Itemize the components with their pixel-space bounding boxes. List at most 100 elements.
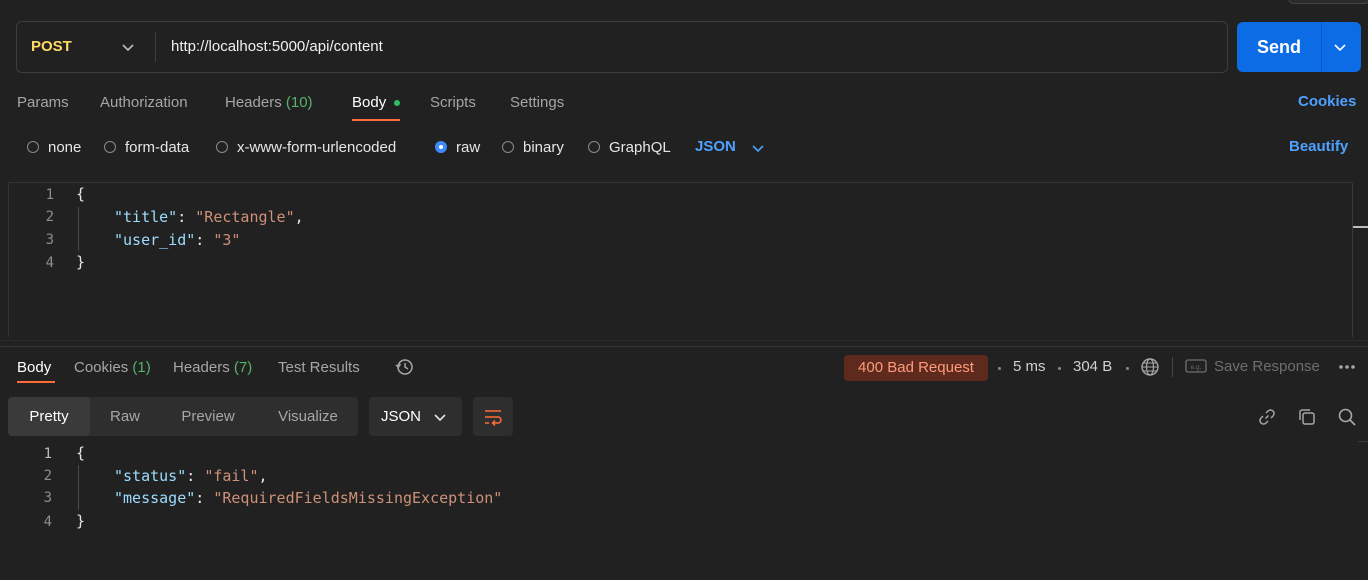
cookies-link[interactable]: Cookies — [1298, 93, 1356, 110]
link-icon[interactable] — [1257, 407, 1277, 427]
url-input[interactable]: http://localhost:5000/api/content — [171, 22, 383, 72]
response-tab-headers-label: Headers — [173, 359, 230, 376]
radio-binary[interactable]: binary — [502, 138, 564, 156]
tab-headers-label: Headers — [225, 94, 282, 111]
tab-body[interactable]: Body — [352, 92, 386, 114]
beautify-button[interactable]: Beautify — [1289, 138, 1348, 155]
radio-icon — [104, 141, 116, 153]
indent-guide — [78, 207, 79, 251]
send-label: Send — [1257, 37, 1302, 57]
code-line[interactable]: "status": "fail", — [114, 467, 268, 485]
send-button[interactable]: Send — [1237, 22, 1361, 72]
pane-divider — [0, 346, 1368, 347]
tab-settings[interactable]: Settings — [510, 92, 564, 114]
tab-authorization[interactable]: Authorization — [100, 92, 188, 114]
radio-raw[interactable]: raw — [435, 138, 480, 156]
active-tab-indicator — [17, 381, 55, 383]
divider — [1172, 357, 1173, 377]
more-icon[interactable] — [1338, 364, 1356, 370]
json-key: "status" — [114, 467, 187, 485]
json-value: "Rectangle" — [195, 208, 295, 226]
json-key: "title" — [114, 208, 178, 226]
radio-graphql[interactable]: GraphQL — [588, 138, 671, 156]
radio-label: GraphQL — [609, 138, 671, 156]
method-select[interactable]: POST — [31, 22, 72, 72]
chevron-down-icon[interactable] — [121, 40, 135, 54]
copy-icon[interactable] — [1297, 407, 1317, 427]
chevron-down-icon[interactable] — [1333, 40, 1347, 54]
scrollbar-thumb[interactable] — [1353, 226, 1368, 228]
line-number: 4 — [45, 255, 54, 271]
format-label: JSON — [381, 408, 422, 425]
code-open-brace[interactable]: { — [76, 185, 85, 203]
separator-dot — [998, 367, 1001, 370]
code-line[interactable]: "user_id": "3" — [114, 231, 240, 249]
line-number: 2 — [45, 209, 54, 225]
chevron-down-icon[interactable] — [751, 141, 765, 155]
search-icon[interactable] — [1337, 407, 1357, 427]
indent-guide — [78, 465, 79, 510]
wrap-lines-button[interactable] — [473, 397, 513, 436]
window-edge — [1288, 0, 1368, 4]
response-view-toggle: Pretty Raw Preview Visualize — [8, 397, 358, 436]
scrollbar — [1358, 441, 1368, 442]
response-format-select[interactable]: JSON — [369, 397, 462, 436]
tab-params[interactable]: Params — [17, 92, 69, 114]
response-tab-body[interactable]: Body — [17, 357, 51, 379]
save-response-icon: e.g. — [1185, 359, 1207, 373]
view-visualize[interactable]: Visualize — [264, 397, 352, 436]
view-pretty[interactable]: Pretty — [8, 397, 90, 436]
line-number: 4 — [43, 514, 52, 530]
view-raw[interactable]: Raw — [98, 397, 152, 436]
editor-border — [8, 183, 9, 337]
json-value: "3" — [213, 231, 241, 249]
response-size[interactable]: 304 B — [1073, 358, 1112, 375]
divider — [1321, 22, 1322, 72]
radio-selected-icon — [435, 141, 447, 153]
response-time[interactable]: 5 ms — [1013, 358, 1046, 375]
globe-icon[interactable] — [1140, 357, 1160, 377]
radio-icon — [216, 141, 228, 153]
json-comma: , — [258, 467, 268, 485]
response-tab-headers[interactable]: Headers (7) — [173, 357, 252, 379]
code-line[interactable]: "title": "Rectangle", — [114, 208, 304, 226]
code-close-brace[interactable]: } — [76, 253, 85, 271]
active-tab-indicator — [352, 119, 400, 121]
line-number: 3 — [45, 232, 54, 248]
radio-label: raw — [456, 138, 481, 156]
body-format-select[interactable]: JSON — [695, 138, 736, 155]
editor-border — [8, 182, 1352, 183]
radio-urlencoded[interactable]: x-www-form-urlencoded — [216, 138, 396, 156]
status-badge[interactable]: 400 Bad Request — [844, 355, 988, 381]
json-key: "message" — [114, 489, 196, 507]
code-line[interactable]: "message": "RequiredFieldsMissingExcepti… — [114, 489, 502, 507]
radio-none[interactable]: none — [27, 138, 81, 156]
line-number: 1 — [45, 187, 54, 203]
tab-headers[interactable]: Headers (10) — [225, 92, 313, 114]
json-key: "user_id" — [114, 231, 196, 249]
scrollbar[interactable] — [1352, 183, 1353, 337]
separator-dot — [1058, 367, 1061, 370]
radio-icon — [27, 141, 39, 153]
radio-label: binary — [523, 138, 564, 156]
radio-icon — [502, 141, 514, 153]
pane-divider[interactable] — [0, 340, 1368, 341]
code-close-brace[interactable]: } — [76, 512, 85, 530]
history-icon[interactable] — [395, 357, 415, 377]
tab-scripts[interactable]: Scripts — [430, 92, 476, 114]
response-tab-cookies[interactable]: Cookies (1) — [74, 357, 151, 379]
save-response-button[interactable]: Save Response — [1214, 358, 1320, 375]
code-open-brace[interactable]: { — [76, 444, 85, 462]
cookies-count: (1) — [132, 359, 151, 376]
chevron-down-icon — [434, 414, 446, 422]
headers-count: (10) — [285, 94, 313, 111]
view-preview[interactable]: Preview — [168, 397, 248, 436]
wrap-lines-icon — [485, 410, 502, 427]
radio-label: none — [48, 138, 82, 156]
separator-dot — [1126, 367, 1129, 370]
json-comma: , — [294, 208, 304, 226]
radio-label: form-data — [125, 138, 190, 156]
response-tab-test-results[interactable]: Test Results — [278, 357, 360, 379]
divider — [155, 32, 156, 62]
radio-form-data[interactable]: form-data — [104, 138, 189, 156]
